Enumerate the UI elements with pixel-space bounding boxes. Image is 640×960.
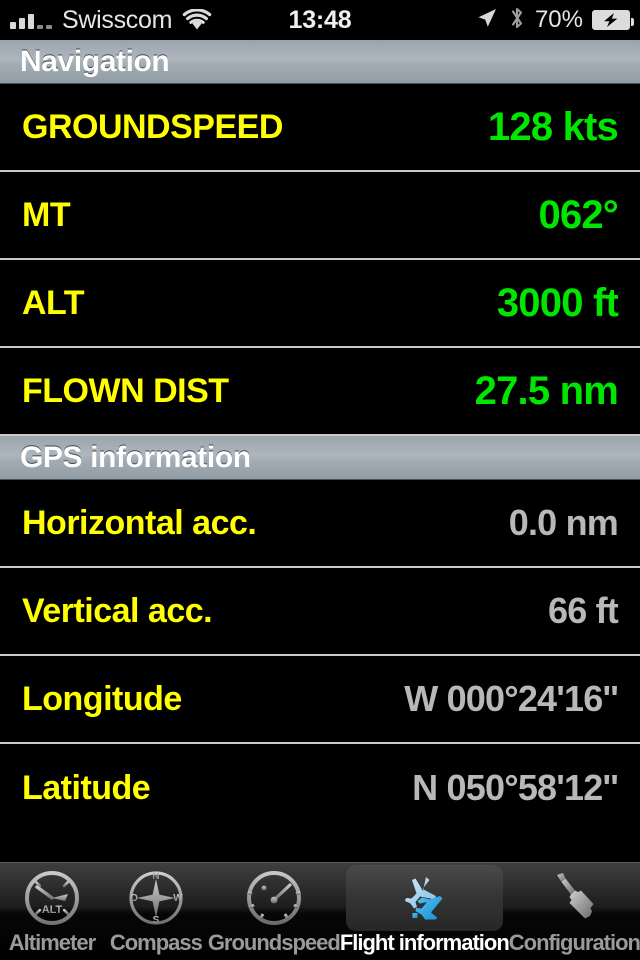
bluetooth-icon: [508, 5, 526, 36]
table-row[interactable]: Latitude N 050°58'12'': [0, 744, 640, 832]
app-root: Swisscom 13:48 70% Navigation GROUNDSPEE…: [0, 0, 640, 960]
cellular-signal-icon: [10, 11, 52, 29]
section-title: GPS information: [20, 440, 251, 474]
svg-text:S: S: [153, 915, 160, 926]
row-label: Vertical acc.: [22, 591, 213, 630]
flight-information-list[interactable]: Navigation GROUNDSPEED 128 kts MT 062° A…: [0, 40, 640, 862]
status-bar-left: Swisscom: [10, 6, 212, 35]
battery-charging-icon: [592, 10, 634, 30]
tab-label: Flight information: [339, 930, 510, 955]
status-bar-right: 70%: [475, 5, 634, 36]
tab-compass[interactable]: N S O W Compass: [104, 863, 208, 960]
row-label: MT: [22, 195, 71, 234]
tab-flight-information[interactable]: Flight information: [339, 863, 510, 960]
row-value: 3000 ft: [496, 280, 619, 325]
tab-altimeter[interactable]: ALT Altimeter: [0, 863, 104, 960]
battery-percentage: 70%: [534, 6, 583, 33]
table-row[interactable]: FLOWN DIST 27.5 nm: [0, 348, 640, 436]
row-value: 66 ft: [547, 590, 619, 631]
table-row[interactable]: Longitude W 000°24'16'': [0, 656, 640, 744]
tab-label: Configuration: [508, 930, 640, 955]
section-header-gps-information: GPS information: [0, 436, 640, 480]
svg-text:W: W: [173, 893, 183, 904]
svg-text:N: N: [152, 871, 159, 882]
tab-groundspeed[interactable]: Groundspeed: [207, 863, 341, 960]
compass-rose-icon: N S O W: [125, 867, 187, 929]
altimeter-dial-icon: ALT: [21, 867, 83, 929]
table-row[interactable]: Horizontal acc. 0.0 nm: [0, 480, 640, 568]
row-value: W 000°24'16'': [404, 678, 619, 719]
table-row[interactable]: Vertical acc. 66 ft: [0, 568, 640, 656]
row-value: 128 kts: [487, 104, 619, 149]
section-header-navigation: Navigation: [0, 40, 640, 84]
speedometer-icon: [243, 867, 305, 929]
row-value: 27.5 nm: [474, 368, 619, 413]
airplane-icon: [393, 867, 455, 929]
section-title: Navigation: [20, 44, 170, 78]
row-label: FLOWN DIST: [22, 371, 229, 410]
row-value: N 050°58'12'': [412, 767, 619, 808]
wifi-icon: [182, 9, 212, 31]
row-label: GROUNDSPEED: [22, 107, 283, 146]
row-value: 062°: [538, 192, 618, 237]
svg-text:ALT: ALT: [42, 904, 63, 916]
carrier-name: Swisscom: [62, 5, 173, 34]
row-value: 0.0 nm: [508, 502, 619, 543]
location-arrow-icon: [475, 6, 499, 35]
tab-configuration[interactable]: Configuration: [509, 863, 640, 960]
row-label: Longitude: [22, 679, 182, 718]
row-label: Latitude: [22, 768, 151, 807]
table-row[interactable]: MT 062°: [0, 172, 640, 260]
tab-label: Altimeter: [8, 930, 96, 955]
tab-label: Groundspeed: [207, 930, 341, 955]
row-label: ALT: [22, 283, 85, 322]
row-label: Horizontal acc.: [22, 503, 257, 542]
tab-label: Compass: [109, 930, 203, 955]
status-bar: Swisscom 13:48 70%: [0, 0, 640, 40]
svg-text:O: O: [130, 893, 138, 904]
tab-bar: ALT Altimeter N S O W Compass Groundspee…: [0, 862, 640, 960]
screwdriver-icon: [543, 867, 605, 929]
table-row[interactable]: ALT 3000 ft: [0, 260, 640, 348]
table-row[interactable]: GROUNDSPEED 128 kts: [0, 84, 640, 172]
